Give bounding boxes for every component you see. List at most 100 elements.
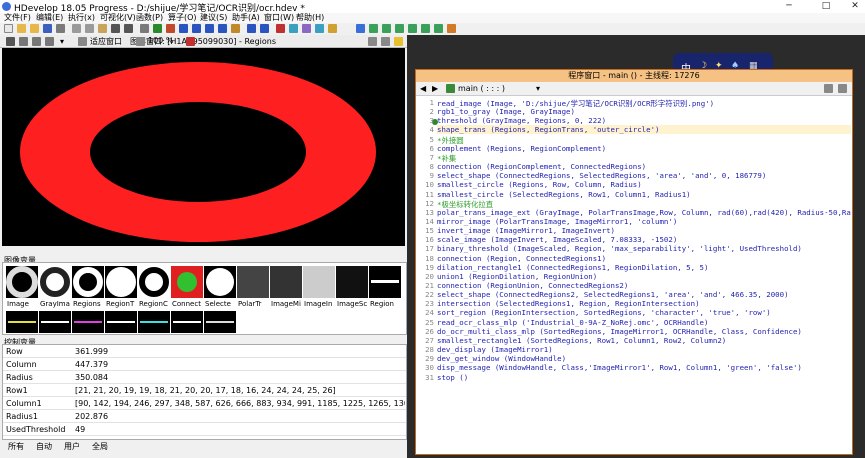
thumb-regions[interactable] [72, 266, 104, 298]
breakpoint-icon[interactable] [276, 24, 285, 33]
procedure-select[interactable]: main ( : : : ) [458, 84, 505, 93]
save-icon[interactable] [43, 24, 52, 33]
code-line[interactable]: select_shape (ConnectedRegions, Selected… [437, 171, 851, 180]
code-line[interactable]: shape_trans (Regions, RegionTrans, 'oute… [437, 125, 851, 135]
program-window-icon[interactable] [315, 24, 324, 33]
thumb-extra[interactable] [6, 311, 38, 333]
zoom-percent-select[interactable]: 100 % [148, 36, 173, 45]
code-line[interactable]: rgb1_to_gray (Image, GrayImage) [437, 107, 851, 116]
menu-procedures[interactable]: 函数(P) [136, 13, 163, 23]
zoom-dropdown-arrow[interactable]: ▾ [60, 37, 64, 46]
code-line[interactable]: binary_threshold (ImageScaled, Region, '… [437, 244, 851, 253]
variable-window-icon[interactable] [302, 24, 311, 33]
open-folder-icon[interactable] [30, 24, 39, 33]
thumb-connectedregions[interactable] [171, 266, 203, 298]
code-line[interactable]: connection (Region, ConnectedRegions1) [437, 254, 851, 263]
paste-icon[interactable] [98, 24, 107, 33]
color-icon[interactable] [186, 37, 195, 46]
cut-icon[interactable] [72, 24, 81, 33]
pointer-icon[interactable] [6, 37, 15, 46]
menu-window[interactable]: 窗口(W) [264, 13, 294, 23]
thumb-extra[interactable] [138, 311, 170, 333]
feature-inspection-icon[interactable] [408, 24, 417, 33]
control-var-row[interactable]: Row1 [21, 21, 20, 19, 19, 18, 21, 20, 20… [3, 384, 406, 397]
stop-icon[interactable] [166, 24, 175, 33]
control-var-row[interactable]: Radius1 202.876 [3, 410, 406, 423]
step-over-icon[interactable] [179, 24, 188, 33]
copy-icon[interactable] [85, 24, 94, 33]
new-file-icon[interactable] [4, 24, 13, 33]
code-line[interactable]: dev_get_window (WindowHandle) [437, 354, 851, 363]
window-options-icon[interactable] [368, 37, 377, 46]
tab-all[interactable]: 所有 [8, 441, 24, 452]
code-line[interactable]: sort_region (RegionIntersection, SortedR… [437, 308, 851, 317]
tab-auto[interactable]: 自动 [36, 441, 52, 452]
gray-histogram-icon[interactable] [434, 24, 443, 33]
procedure-icon[interactable] [446, 84, 455, 93]
assistant-icon[interactable] [447, 24, 456, 33]
menu-assistants[interactable]: 助手(A) [232, 13, 260, 23]
thumb-imagemirror[interactable] [270, 266, 302, 298]
code-line[interactable]: connection (RegionComplement, ConnectedR… [437, 162, 851, 171]
move-icon[interactable] [19, 37, 28, 46]
maximize-button[interactable]: □ [817, 0, 835, 13]
code-line[interactable]: read_ocr_class_mlp ('Industrial_0-9A-Z_N… [437, 318, 851, 327]
menu-edit[interactable]: 编辑(E) [36, 13, 63, 23]
window-menu-icon[interactable] [381, 37, 390, 46]
reset-icon[interactable] [231, 24, 240, 33]
continue-icon[interactable] [218, 24, 227, 33]
menu-help[interactable]: 帮助(H) [296, 13, 324, 23]
program-menu-icon[interactable] [838, 84, 847, 93]
control-var-row[interactable]: UsedThreshold 49 [3, 423, 406, 436]
thumb-regiontrans[interactable] [105, 266, 137, 298]
code-line[interactable]: select_shape (ConnectedRegions2, Selecte… [437, 290, 851, 299]
run-icon[interactable] [153, 24, 162, 33]
code-line[interactable]: smallest_rectangle1 (SortedRegions, Row1… [437, 336, 851, 345]
control-var-row[interactable]: Row 361.999 [3, 345, 406, 358]
code-line[interactable]: disp_message (WindowHandle, Class,'Image… [437, 363, 851, 372]
fit-window-label[interactable]: 适应窗口 [90, 36, 122, 47]
menu-operators[interactable]: 算子(O) [168, 13, 197, 23]
zoom-in-icon[interactable] [32, 37, 41, 46]
control-var-row[interactable]: Column1 [90, 142, 194, 246, 297, 348, 58… [3, 397, 406, 410]
lightbulb-icon[interactable] [394, 37, 403, 46]
run-to-icon[interactable] [247, 24, 256, 33]
control-var-row[interactable]: Column 447.379 [3, 358, 406, 371]
minimize-button[interactable]: ─ [780, 0, 798, 13]
code-line[interactable]: union1 (RegionDilation, RegionUnion) [437, 272, 851, 281]
thumb-polartransimage[interactable] [237, 266, 269, 298]
thumb-extra[interactable] [105, 311, 137, 333]
procedure-dropdown-arrow[interactable]: ▾ [536, 84, 540, 93]
thumb-extra[interactable] [171, 311, 203, 333]
redo-icon[interactable] [124, 24, 133, 33]
code-line[interactable]: stop () [437, 373, 851, 382]
step-out-icon[interactable] [205, 24, 214, 33]
code-line[interactable]: connection (RegionUnion, ConnectedRegion… [437, 281, 851, 290]
code-line[interactable]: threshold (GrayImage, Regions, 0, 222) [437, 116, 851, 125]
open-file-icon[interactable] [17, 24, 26, 33]
graphics-window-icon[interactable] [289, 24, 298, 33]
thumb-region[interactable] [369, 266, 401, 298]
code-line[interactable]: mirror_image (PolarTransImage, ImageMirr… [437, 217, 851, 226]
thumb-extra[interactable] [72, 311, 104, 333]
tab-global[interactable]: 全局 [92, 441, 108, 452]
menu-visualize[interactable]: 可视化(V) [100, 13, 136, 23]
tab-user[interactable]: 用户 [64, 441, 80, 452]
thumb-regioncomplement[interactable] [138, 266, 170, 298]
zoom-window-icon[interactable] [421, 24, 430, 33]
code-line[interactable]: dev_display (ImageMirror1) [437, 345, 851, 354]
line-profile-icon[interactable] [382, 24, 391, 33]
code-line[interactable]: smallest_circle (Regions, Row, Column, R… [437, 180, 851, 189]
close-button[interactable]: ✕ [846, 0, 864, 13]
thumb-imageinvert[interactable] [303, 266, 335, 298]
code-line[interactable]: complement (Regions, RegionComplement) [437, 144, 851, 153]
code-line[interactable]: do_ocr_multi_class_mlp (SortedRegions, I… [437, 327, 851, 336]
histogram-icon[interactable] [369, 24, 378, 33]
operator-window-icon[interactable] [328, 24, 337, 33]
find-icon[interactable] [140, 24, 149, 33]
undo-icon[interactable] [111, 24, 120, 33]
step-into-icon[interactable] [192, 24, 201, 33]
thumb-imagescaled[interactable] [336, 266, 368, 298]
thumb-grayimage[interactable] [39, 266, 71, 298]
menu-suggestions[interactable]: 建议(S) [200, 13, 227, 23]
